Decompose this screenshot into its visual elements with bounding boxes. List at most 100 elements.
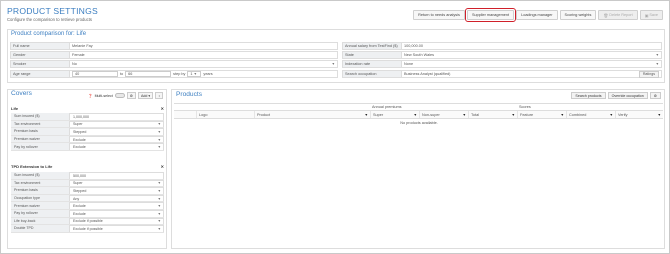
cover-row-value[interactable]: Stepped ▼	[69, 128, 164, 135]
cover-row: Life buy-back Exclude if possible ▼	[11, 217, 164, 226]
occupation-row: Search occupation Business Analyst (qual…	[342, 70, 662, 78]
cover-row: Tax environment Super ▼	[11, 120, 164, 129]
column-header[interactable]: Product ▼	[254, 111, 370, 118]
column-header-label: Combined	[569, 112, 587, 117]
filter-icon[interactable]: ▼	[657, 113, 661, 117]
cover-row-value[interactable]: Exclude ▼	[69, 135, 164, 143]
column-header-label: Total	[471, 112, 480, 117]
cover-row-value-text: Exclude if possible	[73, 219, 103, 224]
collapse-icon[interactable]: ↕	[155, 92, 163, 99]
step-select[interactable]: 1 ▼	[187, 71, 202, 77]
filter-icon[interactable]: ▼	[364, 113, 368, 117]
column-header[interactable]: Combined ▼	[566, 111, 615, 118]
full-name-field[interactable]: Melanie Fay	[70, 43, 337, 49]
cover-row-label: Tax environment	[11, 120, 69, 128]
cover-row-label: Life buy-back	[11, 217, 69, 225]
occupation-input[interactable]: Business Analyst (qualified)	[404, 72, 450, 76]
settings-icon[interactable]: ⚙	[126, 92, 136, 99]
chevron-down-icon: ▼	[655, 53, 659, 57]
column-header-label: Logo	[199, 112, 208, 117]
cover-row-value[interactable]: Exclude ▼	[69, 202, 164, 209]
save-button[interactable]: ▣ Save	[639, 10, 663, 20]
cover-row-label: Premium basis	[11, 187, 69, 194]
chevron-down-icon: ▼	[157, 122, 161, 127]
chevron-down-icon: ▼	[157, 219, 161, 224]
delete-report-button[interactable]: 🗑 Delete Report	[598, 10, 638, 20]
column-header[interactable]: Non-super ▼	[419, 111, 468, 118]
cover-row-value[interactable]: Exclude ▼	[69, 143, 164, 150]
age-to-input[interactable]: 66	[125, 71, 172, 77]
filter-icon[interactable]: ▼	[560, 113, 564, 117]
column-header[interactable]: Verify ▼	[615, 111, 663, 118]
full-name-row: Full name Melanie Fay	[10, 42, 338, 50]
filter-icon[interactable]: ▼	[609, 113, 613, 117]
gender-field[interactable]: Female	[70, 52, 337, 58]
covers-title: Covers	[11, 90, 32, 97]
column-header[interactable]: Feature ▼	[517, 111, 566, 118]
cover-row-value-text: Stepped	[73, 129, 87, 134]
loadings-manager-button[interactable]: Loadings manager	[516, 10, 558, 20]
chevron-down-icon: ▼	[193, 72, 197, 76]
age-range-label: Age range	[11, 71, 70, 77]
cover-row-value[interactable]: Exclude if possible ▼	[69, 225, 164, 232]
cover-row-label: Premium basis	[11, 128, 69, 135]
cover-row-value[interactable]: Super ▼	[69, 120, 164, 128]
smoker-select[interactable]: No ▼	[70, 61, 337, 67]
cover-row-value[interactable]: 500,000	[69, 172, 164, 179]
close-icon[interactable]: ✕	[161, 164, 164, 169]
years-label: years	[203, 72, 213, 76]
column-header[interactable]: Logo	[196, 111, 234, 118]
indexation-select[interactable]: None ▼	[402, 61, 661, 67]
cover-row-value-text: Any	[73, 196, 80, 201]
column-header-label: Feature	[520, 112, 534, 117]
help-icon[interactable]: ❓	[88, 94, 92, 98]
column-header[interactable]: Super ▼	[370, 111, 419, 118]
cover-row-value-text: 1,000,000	[73, 114, 89, 119]
scoring-weights-button[interactable]: Scoring weights	[559, 10, 597, 20]
cover-row-value-text: Super	[73, 181, 83, 186]
cover-row-value[interactable]: Exclude ▼	[69, 210, 164, 217]
cover-row-value[interactable]: Exclude if possible ▼	[69, 217, 164, 225]
cover-row-value[interactable]: Any ▼	[69, 194, 164, 202]
cover-row-value[interactable]: Stepped ▼	[69, 187, 164, 194]
filter-icon[interactable]: ▼	[462, 113, 466, 117]
cover-row-value[interactable]: 1,000,000	[69, 113, 164, 120]
covers-panel: Covers ❓ Multi-select ⚙ Add ▾ ↕ Life ✕ Su…	[7, 89, 167, 249]
cover-row-value-text: 500,000	[73, 173, 86, 178]
column-header[interactable]: Total ▼	[468, 111, 517, 118]
cover-row-value[interactable]: Super ▼	[69, 179, 164, 187]
age-from-input[interactable]: 40	[72, 71, 118, 77]
cover-row: Tax environment Super ▼	[11, 179, 164, 188]
cover-row-label: Sum insured ($)	[11, 172, 69, 179]
chevron-down-icon: ▼	[157, 181, 161, 186]
override-occupation-button[interactable]: Override occupation	[607, 92, 648, 99]
cover-row: Double TPD Exclude if possible ▼	[11, 225, 164, 233]
cover-row: Premium basis Stepped ▼	[11, 187, 164, 195]
chevron-down-icon: ▼	[157, 196, 161, 201]
cover-row-value-text: Exclude	[73, 204, 86, 209]
filter-icon[interactable]: ▼	[413, 113, 417, 117]
gear-icon[interactable]: ⚙	[649, 92, 661, 99]
multi-select-toggle[interactable]	[114, 93, 125, 98]
products-title: Products	[176, 91, 203, 98]
tpd-section-header: TPD Extension to Life ✕	[11, 164, 164, 169]
select-all-checkbox[interactable]	[174, 111, 184, 118]
return-needs-button[interactable]: Return to needs analysis	[413, 10, 465, 20]
filter-icon[interactable]: ▼	[511, 113, 515, 117]
add-cover-button[interactable]: Add ▾	[137, 92, 154, 99]
supplier-management-button[interactable]: Supplier management	[464, 8, 517, 22]
chevron-down-icon: ▼	[157, 204, 161, 209]
cover-row-label: Double TPD	[11, 225, 69, 232]
indexation-label: Indexation rate	[343, 61, 402, 67]
chevron-down-icon: ▼	[157, 188, 161, 193]
column-header-label: Super	[373, 112, 384, 117]
cover-row: Premium waiver Exclude ▼	[11, 135, 164, 144]
search-products-button[interactable]: Search products	[571, 92, 606, 99]
products-panel: Products Search products Override occupa…	[171, 89, 665, 249]
occupation-label: Search occupation	[343, 71, 402, 77]
state-select[interactable]: New South Wales ▼	[402, 52, 661, 58]
ratings-button[interactable]: Ratings	[638, 70, 659, 78]
salary-field[interactable]: 100,000.00	[402, 43, 661, 49]
chevron-down-icon: ▼	[157, 137, 161, 142]
close-icon[interactable]: ✕	[161, 106, 164, 111]
